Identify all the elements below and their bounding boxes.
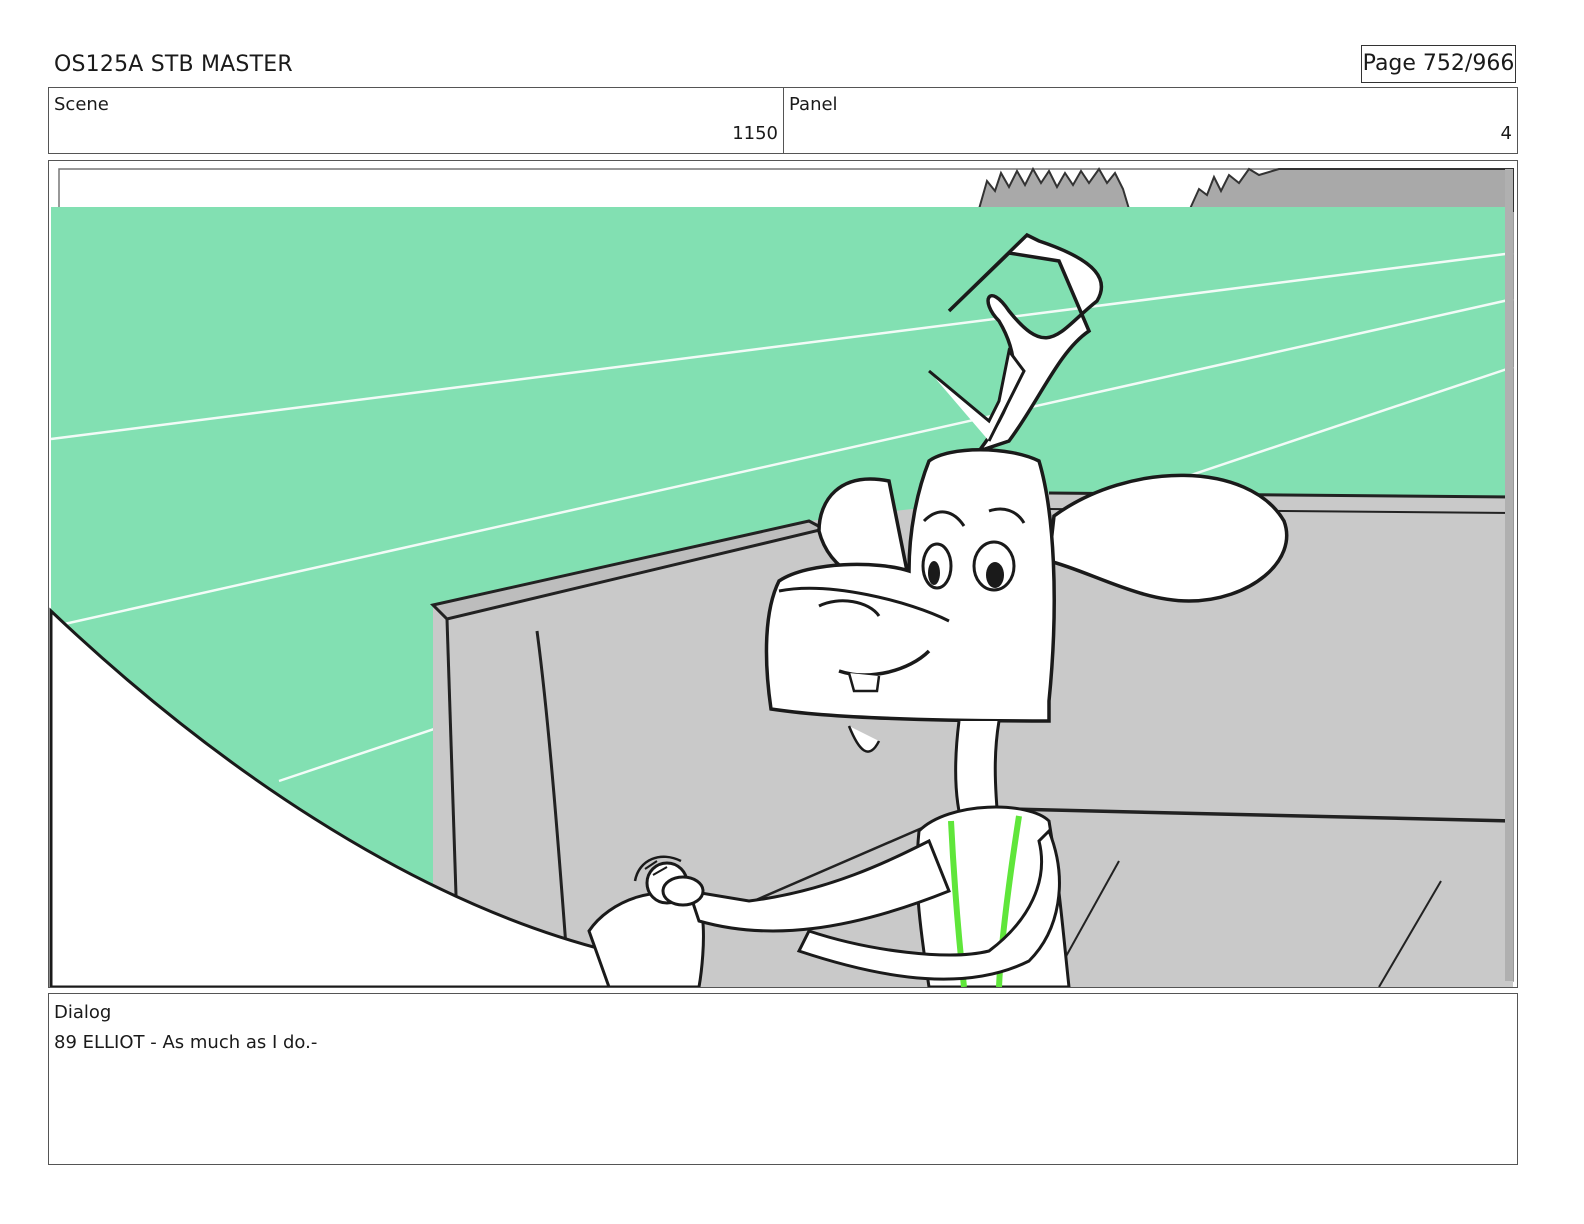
- dialog-text: 89 ELLIOT - As much as I do.-: [54, 1032, 318, 1053]
- panel-number: 4: [1500, 123, 1512, 144]
- scene-label: Scene: [54, 94, 109, 115]
- storyboard-frame: [48, 160, 1518, 988]
- scene-panel-row: Scene 1150 Panel 4: [48, 87, 1518, 154]
- document-title: OS125A STB MASTER: [54, 52, 293, 77]
- bush-left: [977, 166, 1131, 210]
- scene-number: 1150: [732, 123, 778, 144]
- panel-cell: Panel 4: [784, 88, 1517, 153]
- dialog-box: Dialog 89 ELLIOT - As much as I do.-: [48, 993, 1518, 1165]
- panel-label: Panel: [789, 94, 838, 115]
- dialog-label: Dialog: [54, 1002, 112, 1023]
- tooth: [847, 672, 881, 693]
- bush-right: [1187, 167, 1514, 212]
- storyboard-drawing: [49, 166, 1514, 987]
- page-indicator: Page 752/966: [1361, 45, 1516, 83]
- scene-cell: Scene 1150: [49, 88, 784, 153]
